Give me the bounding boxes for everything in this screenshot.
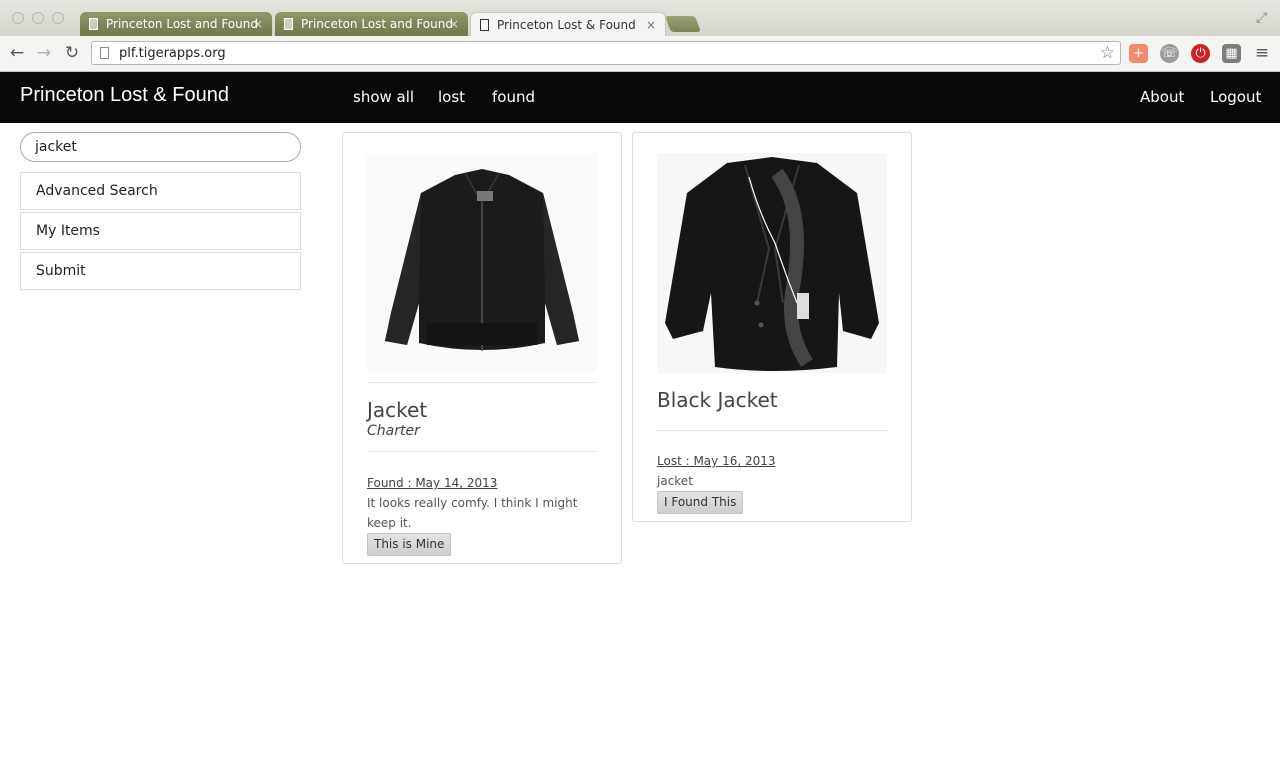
back-arrow-icon[interactable]: ← [6, 42, 28, 64]
nav-show-all[interactable]: show all [353, 88, 414, 106]
close-icon[interactable]: × [449, 12, 459, 36]
fullscreen-icon[interactable]: ⤢ [1256, 10, 1267, 26]
nav-about[interactable]: About [1140, 88, 1184, 106]
item-title: Jacket [367, 398, 428, 422]
plus-extension-icon[interactable]: + [1129, 44, 1148, 63]
item-title: Black Jacket [657, 388, 778, 412]
item-description: jacket [657, 474, 693, 488]
menu-icon[interactable]: ≡ [1251, 42, 1273, 64]
window-minimize-control[interactable] [32, 12, 44, 24]
divider [367, 451, 597, 452]
reload-icon[interactable]: ↻ [61, 42, 83, 64]
close-icon[interactable]: × [253, 12, 263, 36]
nav-found[interactable]: found [492, 88, 535, 106]
close-icon[interactable]: × [646, 13, 656, 36]
browser-tab-2[interactable]: Princeton Lost and Found × [275, 12, 468, 36]
window-zoom-control[interactable] [52, 12, 64, 24]
item-photo-fleece-jacket[interactable] [367, 153, 597, 373]
bookmark-star-icon[interactable]: ☆ [1100, 42, 1115, 64]
item-card-2: Black Jacket Lost : May 16, 2013 jacket … [632, 132, 912, 522]
browser-toolbar: ← → ↻ ☆ + ☏ ⏻ ▦ ≡ [0, 36, 1280, 72]
search-input[interactable] [20, 132, 301, 162]
divider [657, 430, 887, 431]
window-close-control[interactable] [12, 12, 24, 24]
forward-arrow-icon[interactable]: → [33, 42, 55, 64]
page-icon [100, 47, 109, 59]
address-bar[interactable]: ☆ [91, 41, 1121, 65]
i-found-this-button[interactable]: I Found This [657, 491, 744, 514]
tab-label: Princeton Lost and Found [301, 17, 453, 31]
page-icon [89, 18, 98, 30]
reader-extension-icon[interactable]: ▦ [1222, 44, 1241, 63]
tab-label: Princeton Lost & Found [497, 18, 636, 32]
item-status-date[interactable]: Found : May 14, 2013 [367, 476, 497, 490]
item-subtitle: Charter [367, 423, 420, 439]
sidebar-item-my-items[interactable]: My Items [20, 212, 301, 250]
site-navbar: Princeton Lost & Found show all lost fou… [0, 72, 1280, 123]
site-brand[interactable]: Princeton Lost & Found [20, 84, 229, 107]
phone-extension-icon[interactable]: ☏ [1160, 44, 1179, 63]
this-is-mine-button[interactable]: This is Mine [367, 533, 452, 556]
browser-tab-3-active[interactable]: Princeton Lost & Found × [470, 12, 666, 36]
nav-lost[interactable]: lost [438, 88, 465, 106]
tab-label: Princeton Lost and Found [106, 17, 258, 31]
divider [367, 382, 597, 383]
sidebar-item-advanced-search[interactable]: Advanced Search [20, 172, 301, 210]
page-icon [284, 18, 293, 30]
browser-tabstrip: Princeton Lost and Found × Princeton Los… [0, 0, 1280, 36]
new-tab-button[interactable] [665, 16, 701, 32]
power-extension-icon[interactable]: ⏻ [1191, 44, 1210, 63]
nav-logout[interactable]: Logout [1210, 88, 1261, 106]
page-icon [480, 19, 489, 31]
item-photo-blazer[interactable] [657, 153, 887, 373]
url-input[interactable] [119, 43, 1079, 63]
browser-tab-1[interactable]: Princeton Lost and Found × [80, 12, 272, 36]
item-status-date[interactable]: Lost : May 16, 2013 [657, 454, 776, 468]
item-card-1: Jacket Charter Found : May 14, 2013 It l… [342, 132, 622, 564]
item-description: It looks really comfy. I think I might k… [367, 496, 578, 530]
sidebar-item-submit[interactable]: Submit [20, 252, 301, 290]
